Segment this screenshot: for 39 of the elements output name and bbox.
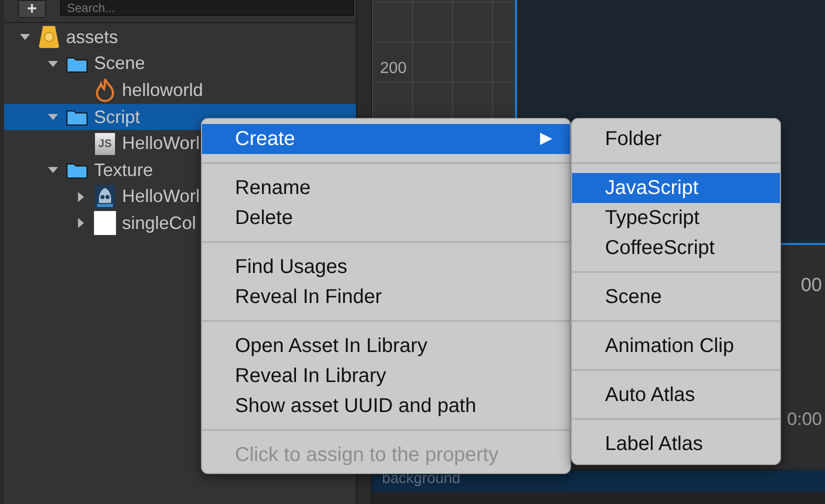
menu-item[interactable]: Open Asset In Library: [202, 331, 570, 361]
time-label: 0:00: [786, 409, 822, 430]
menu-item[interactable]: CoffeeScript: [572, 233, 780, 263]
menu-item[interactable]: Animation Clip: [572, 331, 780, 361]
tree-item-label[interactable]: HelloWorl: [122, 186, 200, 208]
ruler-label: 00: [800, 275, 822, 297]
ruler-label: 200: [380, 60, 407, 77]
folder-icon: [66, 54, 88, 73]
blank-image-icon: [94, 211, 116, 236]
tree-item-label[interactable]: Script: [94, 106, 140, 128]
menu-item[interactable]: Scene: [572, 282, 780, 312]
menu-item[interactable]: Auto Atlas: [572, 380, 780, 410]
script-file-icon: JS: [95, 132, 115, 155]
tree-item-label[interactable]: HelloWorl: [122, 133, 200, 154]
menu-item[interactable]: TypeScript: [572, 203, 780, 233]
menu-item[interactable]: Find Usages: [202, 252, 570, 282]
menu-item[interactable]: Reveal In Finder: [202, 282, 570, 312]
search-field[interactable]: Search...: [60, 0, 354, 16]
flame-icon: [95, 78, 115, 102]
tree-item-label[interactable]: Scene: [94, 53, 146, 74]
database-icon: [38, 25, 60, 50]
folder-icon: [66, 161, 88, 180]
tree-item-label[interactable]: Texture: [94, 160, 154, 181]
menu-item[interactable]: Label Atlas: [572, 429, 780, 459]
menu-item[interactable]: Create ▶: [202, 124, 570, 154]
tree-item-label[interactable]: helloworld: [122, 80, 204, 101]
menu-item[interactable]: JavaScript: [572, 173, 780, 203]
tree-item-label[interactable]: singleCol: [122, 212, 196, 234]
add-button[interactable]: +: [18, 0, 46, 18]
folder-icon: [66, 108, 88, 126]
submenu-arrow-icon: ▶: [540, 124, 552, 154]
image-file-icon: [95, 184, 115, 209]
menu-item[interactable]: Delete: [202, 203, 570, 233]
menu-item[interactable]: Reveal In Library: [202, 361, 570, 391]
menu-item[interactable]: Folder: [572, 124, 780, 154]
node-label: background: [382, 470, 460, 487]
tree-item-label[interactable]: assets: [66, 26, 118, 48]
menu-item[interactable]: Show asset UUID and path: [202, 391, 570, 421]
menu-item[interactable]: Rename: [202, 173, 570, 203]
